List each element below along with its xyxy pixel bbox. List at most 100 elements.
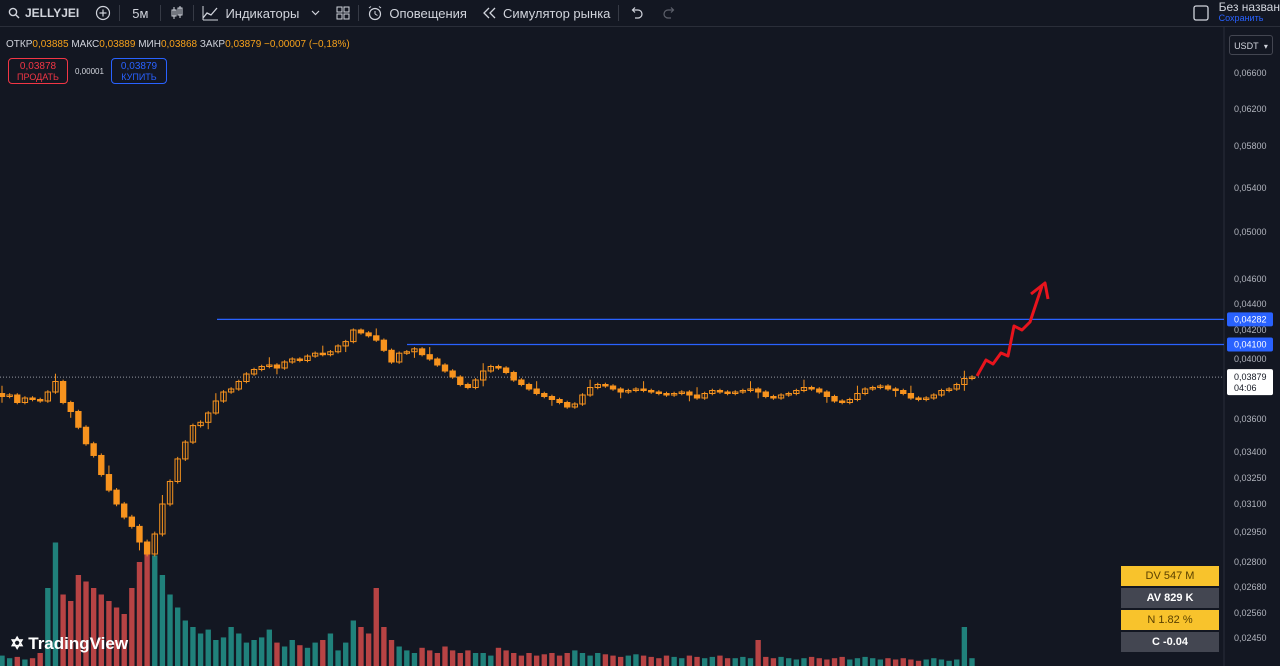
volume-bar xyxy=(144,546,150,666)
open-value: 0,03885 xyxy=(32,39,69,50)
volume-bar xyxy=(220,637,227,666)
price-axis-tick: 0,02680 xyxy=(1234,582,1267,592)
candle-body xyxy=(900,390,907,394)
volume-bar xyxy=(335,650,341,666)
price-chart[interactable]: 0,06600 0,06200 0,05800 0,05400 0,05000 0,046… xyxy=(0,0,1280,666)
high-label: МАКС xyxy=(71,39,100,50)
volume-bar xyxy=(778,656,784,666)
chevron-down-icon: ▾ xyxy=(1263,42,1268,51)
candle-body xyxy=(640,388,647,391)
tradingview-logo[interactable]: ✡︎ TradingView xyxy=(10,634,128,654)
sell-button[interactable]: 0,03878 ПРОДАТЬ xyxy=(8,58,68,84)
volume-bar xyxy=(152,555,158,666)
volume-bar xyxy=(388,640,395,666)
volume-bar xyxy=(549,653,555,666)
volume-bar xyxy=(938,659,945,666)
candle-body xyxy=(449,370,456,378)
candle-body xyxy=(434,358,441,366)
volume-bar xyxy=(839,656,845,666)
buy-button[interactable]: 0,03879 КУПИТЬ xyxy=(111,58,167,84)
volume-bar xyxy=(923,659,929,666)
price-axis-tick: 0,03400 xyxy=(1234,447,1267,457)
volume-bar xyxy=(610,655,616,666)
volume-bar xyxy=(908,659,914,666)
volume-bar xyxy=(931,658,937,666)
spread-value: 0,00001 xyxy=(75,67,104,76)
volume-bar xyxy=(197,633,204,666)
volume-bar xyxy=(190,627,196,666)
volume-bar xyxy=(747,658,754,666)
candle-body xyxy=(457,376,464,385)
volume-bar xyxy=(793,659,800,666)
volume-bar xyxy=(877,659,884,666)
candle-body xyxy=(602,384,609,387)
volume-bar xyxy=(847,659,853,666)
candle-body xyxy=(502,367,510,373)
stat-n: N 1.82 % xyxy=(1121,610,1219,630)
ohlc-legend: ОТКР0,03885 МАКС0,03889 МИН0,03868 ЗАКР0… xyxy=(6,39,350,50)
candle-body xyxy=(838,400,846,403)
candle-body xyxy=(884,385,892,390)
candle-body xyxy=(128,516,136,527)
volume-bar xyxy=(251,640,257,666)
volume-bar xyxy=(167,594,173,666)
volume-bar xyxy=(915,660,922,666)
candle-body xyxy=(441,364,449,372)
candle-body xyxy=(525,384,533,390)
volume-bar xyxy=(732,658,738,666)
volume-bar xyxy=(961,627,968,666)
candle-body xyxy=(418,348,426,356)
candle-body xyxy=(533,388,540,394)
candle-body xyxy=(464,384,472,388)
volume-bar xyxy=(90,588,97,666)
candle-body xyxy=(609,385,617,390)
candle-body xyxy=(816,388,823,393)
volume-bar xyxy=(900,658,906,666)
open-label: ОТКР xyxy=(6,39,33,50)
bar-countdown-label: 04:06 xyxy=(1234,383,1257,393)
currency-selector[interactable]: USDT ▾ xyxy=(1229,35,1273,55)
price-axis-tick: 0,03250 xyxy=(1234,473,1267,483)
price-axis-tick: 0,02560 xyxy=(1234,608,1267,618)
sell-label: ПРОДАТЬ xyxy=(17,72,59,82)
candle-body xyxy=(0,393,6,397)
candle-body xyxy=(823,391,831,397)
brand-name: TradingView xyxy=(28,634,129,653)
volume-bar xyxy=(862,656,868,666)
candle-body xyxy=(136,525,143,543)
candle-body xyxy=(273,364,281,369)
change-value: −0,00007 (−0,18%) xyxy=(264,39,350,50)
volume-bar xyxy=(304,647,311,666)
volume-bar xyxy=(236,633,242,666)
volume-bar xyxy=(763,656,769,666)
buy-price: 0,03879 xyxy=(120,61,158,72)
volume-bar xyxy=(564,653,570,666)
stats-panel: DV 547 M AV 829 K N 1.82 % C -0.04 xyxy=(1121,566,1219,654)
candle-body xyxy=(357,329,365,334)
stat-c: C -0.04 xyxy=(1121,632,1219,652)
candle-body xyxy=(915,397,922,400)
price-axis-tick: 0,06200 xyxy=(1234,104,1267,114)
volume-bar xyxy=(136,562,143,666)
candle-body xyxy=(655,391,663,394)
volume-bar xyxy=(617,656,624,666)
candle-body xyxy=(82,426,90,445)
candle-body xyxy=(75,411,82,428)
candle-body xyxy=(373,335,380,341)
price-axis-tick: 0,02800 xyxy=(1234,557,1267,567)
volume-bar xyxy=(434,653,441,666)
volume-bar xyxy=(854,658,861,666)
candle-body xyxy=(648,390,655,393)
volume-bar xyxy=(205,629,211,666)
volume-bar xyxy=(724,658,731,666)
price-axis-tick: 0,04000 xyxy=(1234,354,1267,364)
low-label: МИН xyxy=(138,39,161,50)
last-price-label: 0,03879 xyxy=(1234,372,1267,382)
volume-bar xyxy=(694,656,700,666)
candle-body xyxy=(113,489,120,505)
volume-bar xyxy=(495,647,502,666)
forecast-arrow xyxy=(975,285,1044,377)
volume-bar xyxy=(702,658,708,666)
candle-body xyxy=(617,388,624,393)
price-axis-tick: 0,03600 xyxy=(1234,414,1267,424)
